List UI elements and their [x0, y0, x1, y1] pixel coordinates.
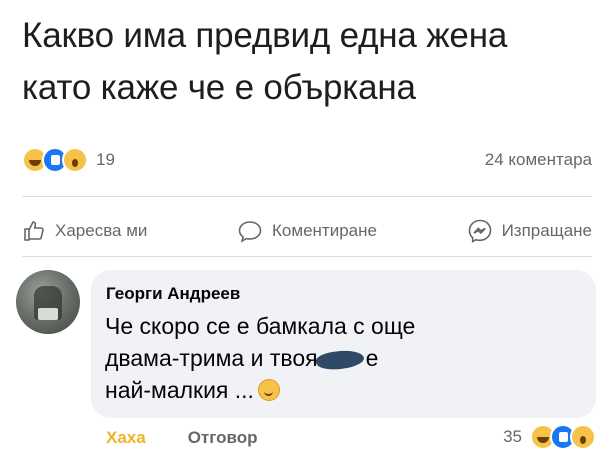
comment-author[interactable]: Георги Андреев: [106, 284, 240, 304]
comment-actions: Хаха Отговор: [106, 428, 300, 448]
comment-line: Че скоро се е бамкала с още: [105, 313, 416, 339]
avatar[interactable]: [16, 270, 80, 334]
post-actions: Харесва ми Коментиране Изпращане: [22, 214, 592, 248]
comment-reactions[interactable]: 35: [503, 424, 596, 450]
comment-line-part: е: [365, 345, 379, 371]
comment-text: Че скоро се е бамкала с още двама-трима …: [105, 310, 415, 406]
share-label: Изпращане: [501, 221, 592, 240]
redaction-scribble: [314, 347, 365, 373]
comment-button[interactable]: Коментиране: [237, 219, 377, 243]
wow-icon: [570, 424, 596, 450]
comment-icon: [238, 221, 262, 243]
share-button[interactable]: Изпращане: [467, 218, 592, 244]
post-text-line: като каже че е объркана: [22, 68, 416, 107]
comment-line-part: най-малкия ...: [105, 377, 254, 403]
comment-reaction-count: 35: [503, 427, 522, 446]
comment-line: двама-трима и твоя е: [105, 342, 415, 374]
post-text-line: Какво има предвид една жена: [22, 16, 508, 55]
reaction-count: 19: [96, 150, 115, 169]
thumbs-up-icon: [24, 221, 44, 241]
like-label: Харесва ми: [55, 221, 148, 240]
wow-icon: [62, 147, 88, 173]
comment-line: най-малкия ...: [105, 374, 415, 406]
comment-bubble: Георги Андреев Че скоро се е бамкала с о…: [91, 270, 596, 418]
comment-like-button[interactable]: Хаха: [106, 428, 146, 448]
comment-count[interactable]: 24 коментара: [485, 150, 592, 170]
smile-emoji-icon: [257, 379, 280, 401]
post-text: Какво има предвид една жена като каже че…: [22, 10, 507, 114]
reply-button[interactable]: Отговор: [188, 428, 258, 448]
reaction-summary[interactable]: 19: [22, 147, 115, 173]
post-stats: 19 24 коментара: [22, 147, 592, 174]
divider: [22, 196, 592, 197]
comment-label: Коментиране: [272, 221, 377, 240]
divider: [22, 256, 592, 257]
messenger-icon: [468, 219, 491, 243]
comment-line-part: двама-трима и твоя: [105, 345, 318, 371]
like-button[interactable]: Харесва ми: [22, 219, 147, 243]
